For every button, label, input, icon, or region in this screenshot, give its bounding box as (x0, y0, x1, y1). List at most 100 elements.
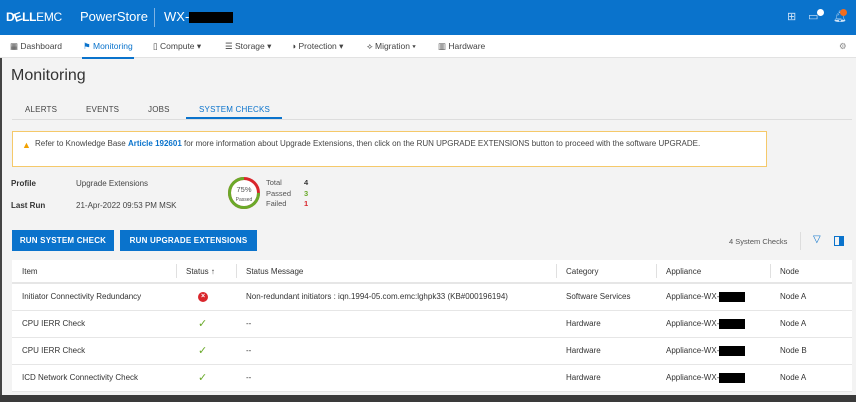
cell-appliance: Appliance-WX- (656, 310, 770, 338)
cell-status: ✓ (176, 310, 236, 338)
table-row[interactable]: ICD Network Connectivity Check ✓ -- Hard… (12, 364, 852, 392)
cell-node: Node A (770, 283, 852, 311)
last-run-value: 21-Apr-2022 09:53 PM MSK (76, 201, 177, 210)
pass-rate-donut: 75% Passed (228, 177, 260, 209)
nav-label: Hardware (448, 41, 486, 51)
col-status-message[interactable]: Status Message (236, 260, 556, 284)
check-icon: ✓ (198, 318, 208, 330)
cell-message: -- (236, 337, 556, 365)
check-icon: ✓ (198, 372, 208, 384)
system-name: WX- (164, 9, 234, 24)
tab-jobs[interactable]: JOBS (148, 105, 170, 114)
nav-compute[interactable]: ▯ Compute ▾ (153, 41, 201, 52)
cell-node: Node A (770, 310, 852, 338)
divider (154, 8, 155, 27)
nav-monitoring[interactable]: ⚑ Monitoring (82, 41, 134, 59)
passed-label: Passed (266, 189, 292, 198)
dellemc-logo: DELLEMC (6, 9, 62, 25)
error-icon: × (198, 292, 208, 303)
check-icon: ✓ (198, 345, 208, 357)
tab-baseline (12, 119, 852, 120)
passed-value: 3 (304, 189, 309, 198)
alert-text-2: for more information about Upgrade Exten… (181, 139, 701, 148)
failed-label: Failed (266, 199, 287, 208)
total-label: Total (266, 178, 282, 187)
system-checks-count: 4 System Checks (729, 237, 788, 246)
total-value: 4 (304, 178, 309, 187)
columns-icon[interactable] (834, 236, 844, 246)
cell-node: Node A (770, 364, 852, 392)
cell-message: -- (236, 310, 556, 338)
table-row[interactable]: CPU IERR Check ✓ -- Hardware Appliance-W… (12, 310, 852, 338)
cell-category: Hardware (556, 310, 656, 338)
appliance-name: Appliance-WX- (666, 291, 720, 301)
col-appliance[interactable]: Appliance (656, 260, 770, 284)
appliance-name: Appliance-WX- (666, 345, 720, 355)
nav-label: Protection ▾ (298, 41, 344, 51)
toolbar-divider (800, 232, 801, 250)
run-system-check-button[interactable]: RUN SYSTEM CHECK (12, 230, 114, 251)
appliance-name: Appliance-WX- (666, 372, 720, 382)
donut-label: Passed (236, 197, 253, 203)
profile-value: Upgrade Extensions (76, 179, 149, 188)
cell-item: CPU IERR Check (12, 310, 176, 338)
nav-hardware[interactable]: ▥ Hardware (438, 41, 485, 52)
profile-label: Profile (11, 179, 36, 188)
table-header-row: Item Status ↑ Status Message Category Ap… (12, 260, 852, 284)
chat-badge (817, 9, 824, 16)
tab-system-checks[interactable]: SYSTEM CHECKS (199, 105, 270, 114)
nav-label: Migration ▾ (374, 41, 416, 51)
cell-node: Node B (770, 337, 852, 365)
system-name-text: WX- (164, 9, 190, 24)
cell-status: ✓ (176, 337, 236, 365)
cell-message: Non-redundant initiators : iqn.1994-05.c… (236, 283, 556, 311)
nav-protection[interactable]: ◑ Protection ▾ (291, 41, 343, 52)
redaction (189, 12, 234, 24)
redaction (719, 318, 746, 329)
alert-text: Refer to Knowledge Base (35, 139, 128, 148)
table-row[interactable]: CPU IERR Check ✓ -- Hardware Appliance-W… (12, 337, 852, 365)
cell-message: -- (236, 364, 556, 392)
col-node[interactable]: Node (770, 260, 852, 284)
frame-edge (0, 58, 2, 398)
tab-alerts[interactable]: ALERTS (25, 105, 57, 114)
col-status[interactable]: Status ↑ (176, 260, 236, 284)
bell-badge (840, 9, 847, 16)
nav-label: Monitoring (92, 41, 133, 51)
tab-active-indicator (186, 117, 282, 119)
system-checks-table: Item Status ↑ Status Message Category Ap… (12, 260, 852, 392)
cell-category: Software Services (556, 283, 656, 311)
filter-icon[interactable]: ▽ (813, 234, 821, 245)
failed-value: 1 (304, 199, 309, 208)
product-name: PowerStore (80, 9, 148, 24)
cell-status: × (176, 283, 236, 311)
warning-icon: ▲ (22, 140, 31, 150)
col-category[interactable]: Category (556, 260, 656, 284)
nav-storage[interactable]: ☰ Storage ▾ (225, 41, 271, 52)
col-item[interactable]: Item (12, 260, 176, 284)
page-title: Monitoring (11, 67, 86, 84)
cell-status: ✓ (176, 364, 236, 392)
cell-category: Hardware (556, 337, 656, 365)
nav-label: Compute ▾ (160, 41, 202, 51)
cell-item: Initiator Connectivity Redundancy (12, 283, 176, 311)
cell-appliance: Appliance-WX- (656, 364, 770, 392)
grid-icon[interactable]: ⊞ (787, 10, 796, 23)
redaction (719, 372, 746, 383)
main-nav: ▦ Dashboard ⚑ Monitoring ▯ Compute ▾ ☰ S… (0, 35, 856, 59)
cell-item: CPU IERR Check (12, 337, 176, 365)
nav-label: Dashboard (20, 41, 62, 51)
tab-events[interactable]: EVENTS (86, 105, 119, 114)
nav-migration[interactable]: ⟡ Migration ▾ (367, 41, 416, 52)
top-bar: DELLEMC PowerStore WX- ⊞ ▭ 🔔︎ (0, 0, 856, 35)
appliance-name: Appliance-WX- (666, 318, 720, 328)
run-upgrade-extensions-button[interactable]: RUN UPGRADE EXTENSIONS (120, 230, 257, 251)
kb-article-link[interactable]: Article 192601 (128, 139, 182, 148)
nav-label: Storage ▾ (234, 41, 272, 51)
last-run-label: Last Run (11, 201, 46, 210)
nav-dashboard[interactable]: ▦ Dashboard (10, 41, 62, 52)
settings-gear-icon[interactable]: ⚙ (839, 41, 847, 52)
table-row[interactable]: Initiator Connectivity Redundancy × Non-… (12, 283, 852, 311)
cell-appliance: Appliance-WX- (656, 337, 770, 365)
cell-category: Hardware (556, 364, 656, 392)
